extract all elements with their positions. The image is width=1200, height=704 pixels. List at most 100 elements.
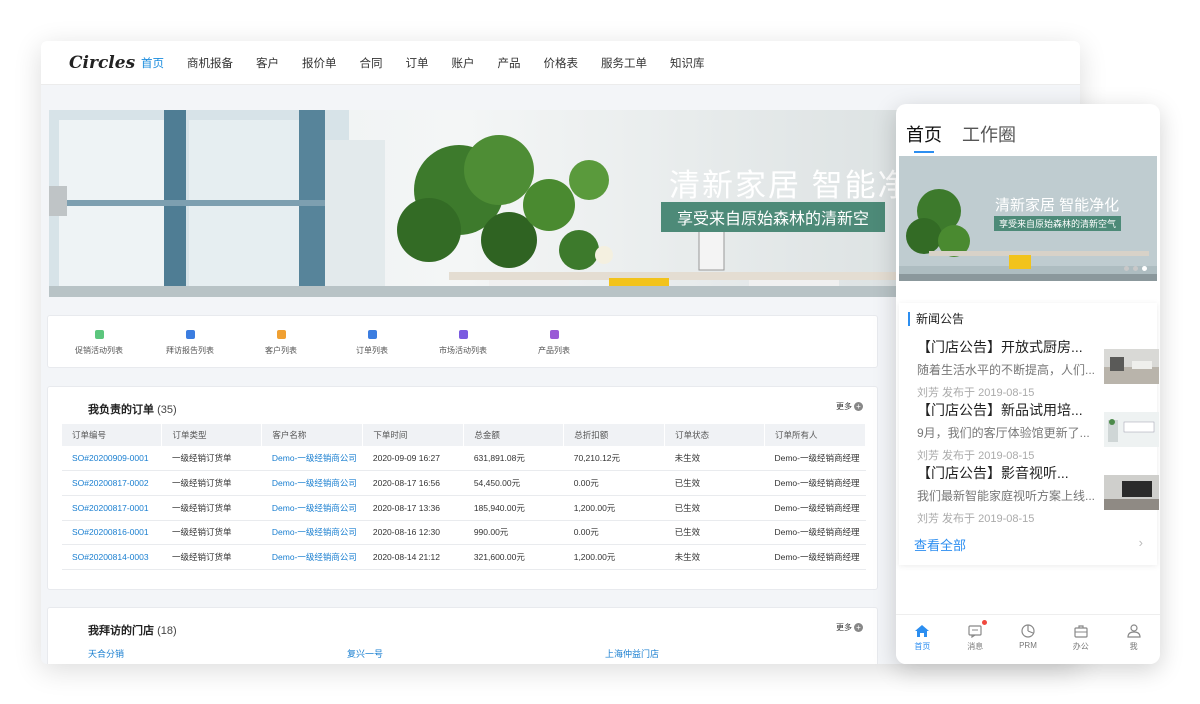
quick-link-label: 拜访报告列表 [166,346,214,355]
quick-link-marketing[interactable]: 市场活动列表 [418,330,508,356]
banner-pagination [1124,266,1147,271]
quick-link-promotions[interactable]: 促销活动列表 [54,330,144,356]
order-type: 一级经销订货单 [161,446,262,472]
banner-subtitle: 享受来自原始森林的清新空 [661,202,886,232]
chevron-right-icon[interactable]: › [1139,535,1143,550]
table-row[interactable]: SO#20200816-0001 一级经销订货单 Demo-一级经销商公司 20… [62,520,866,546]
nav-contracts[interactable]: 合同 [360,55,383,71]
order-no-link[interactable]: SO#20200817-0001 [62,495,162,521]
order-type: 一级经销订货单 [161,495,262,521]
news-item-meta: 刘芳 发布于 2019-08-15 [917,387,1035,399]
bottom-nav-prm[interactable]: PRM [1002,615,1055,664]
bottom-nav-me[interactable]: 我 [1107,615,1160,664]
nav-service-tickets[interactable]: 服务工单 [601,55,647,71]
order-icon [367,330,377,339]
order-no-link[interactable]: SO#20200909-0001 [62,446,162,472]
customer-link[interactable]: Demo-一级经销商公司 [261,446,363,472]
mobile-banner-subtitle: 享受来自原始森林的清新空气 [994,216,1122,231]
nav-knowledge-base[interactable]: 知识库 [670,55,705,71]
visit-report-icon [185,330,195,339]
customer-icon [276,330,286,339]
news-item[interactable]: 【门店公告】影音视听... 我们最新智能家庭视听方案上线... 刘芳 发布于 2… [917,463,1159,525]
order-status: 未生效 [664,446,765,472]
news-item-title: 【门店公告】影音视听... [917,465,1069,481]
news-thumbnail [1104,349,1159,384]
stores-title-text: 我拜访的门店 [88,625,154,637]
news-item[interactable]: 【门店公告】开放式厨房... 随着生活水平的不断提高，人们... 刘芳 发布于 … [917,337,1159,399]
nav-quotes[interactable]: 报价单 [302,55,337,71]
order-no-link[interactable]: SO#20200816-0001 [62,520,162,546]
more-plus-icon: + [854,623,863,632]
quick-link-visit-reports[interactable]: 拜访报告列表 [145,330,235,356]
mobile-banner[interactable]: 清新家居 智能净化 享受来自原始森林的清新空气 [899,156,1157,281]
order-total: 54,450.00元 [463,470,564,496]
order-owner: Demo-一级经销商经理 [764,495,866,521]
news-item-desc: 我们最新智能家庭视听方案上线... [917,489,1096,503]
customer-link[interactable]: Demo-一级经销商公司 [261,520,363,546]
banner-prev-arrow[interactable] [49,186,67,216]
nav-customers[interactable]: 客户 [256,55,279,71]
view-all-link[interactable]: 查看全部 [914,535,966,554]
order-time: 2020-08-17 13:36 [362,495,464,521]
table-row[interactable]: SO#20200817-0002 一级经销订货单 Demo-一级经销商公司 20… [62,470,866,496]
customer-link[interactable]: Demo-一级经销商公司 [261,495,363,521]
bottom-nav-label: 消息 [967,642,984,651]
news-item[interactable]: 【门店公告】新品试用培... 9月，我们的客厅体验馆更新了... 刘芳 发布于 … [917,400,1159,462]
news-title: 新闻公告 [908,312,964,326]
store-link[interactable]: 上海仲益门店 [605,647,659,660]
order-total: 321,600.00元 [463,544,564,570]
pagination-dot-active[interactable] [1142,266,1147,271]
table-row[interactable]: SO#20200814-0003 一级经销订货单 Demo-一级经销商公司 20… [62,544,866,570]
table-row[interactable]: SO#20200817-0001 一级经销订货单 Demo-一级经销商公司 20… [62,495,866,521]
bottom-nav-office[interactable]: 办公 [1054,615,1107,664]
order-status: 已生效 [664,495,765,521]
order-discount: 0.00元 [563,470,665,496]
orders-title: 我负责的订单 (35) [88,401,177,417]
orders-more-link[interactable]: 更多 + [836,401,863,412]
tab-home[interactable]: 首页 [906,121,942,153]
table-row[interactable]: SO#20200909-0001 一级经销订货单 Demo-一级经销商公司 20… [62,446,866,472]
bottom-nav-messages[interactable]: 消息 [949,615,1002,664]
nav-orders[interactable]: 订单 [406,55,429,71]
nav-home[interactable]: 首页 [141,55,164,71]
nav-accounts[interactable]: 账户 [452,55,475,71]
order-owner: Demo-一级经销商经理 [764,520,866,546]
order-type: 一级经销订货单 [161,544,262,570]
news-item-title: 【门店公告】新品试用培... [917,402,1083,418]
order-no-link[interactable]: SO#20200817-0002 [62,470,162,496]
promotion-icon [94,330,104,339]
orders-title-text: 我负责的订单 [88,404,154,416]
nav-price-list[interactable]: 价格表 [544,55,579,71]
more-label: 更多 [836,623,852,632]
news-thumbnail [1104,475,1159,510]
customer-link[interactable]: Demo-一级经销商公司 [261,470,363,496]
quick-link-customers[interactable]: 客户列表 [236,330,326,356]
news-item-desc: 9月，我们的客厅体验馆更新了... [917,426,1090,440]
stores-count: (18) [157,625,177,637]
news-item-meta: 刘芳 发布于 2019-08-15 [917,513,1035,525]
unread-badge [981,620,987,625]
news-thumbnail [1104,412,1159,447]
quick-link-orders[interactable]: 订单列表 [327,330,417,356]
pagination-dot[interactable] [1124,266,1129,271]
order-owner: Demo-一级经销商经理 [764,544,866,570]
order-discount: 70,210.12元 [563,446,665,472]
order-no-link[interactable]: SO#20200814-0003 [62,544,162,570]
quick-link-products[interactable]: 产品列表 [509,330,599,356]
tab-work-circle[interactable]: 工作圈 [962,121,1016,147]
pagination-dot[interactable] [1133,266,1138,271]
bottom-nav-label: PRM [1019,641,1037,650]
store-link[interactable]: 复兴一号 [347,647,383,660]
nav-products[interactable]: 产品 [498,55,521,71]
bottom-nav-home[interactable]: 首页 [896,615,949,664]
chart-icon [1021,624,1035,638]
quick-link-label: 订单列表 [356,346,388,355]
col-order-time: 下单时间 [362,424,465,446]
order-owner: Demo-一级经销商经理 [764,470,866,496]
stores-title: 我拜访的门店 (18) [88,622,177,638]
nav-opportunity-report[interactable]: 商机报备 [187,55,233,71]
store-link[interactable]: 天合分销 [88,647,124,660]
customer-link[interactable]: Demo-一级经销商公司 [261,544,363,570]
bottom-nav-label: 我 [1129,642,1138,651]
stores-more-link[interactable]: 更多 + [836,622,863,633]
